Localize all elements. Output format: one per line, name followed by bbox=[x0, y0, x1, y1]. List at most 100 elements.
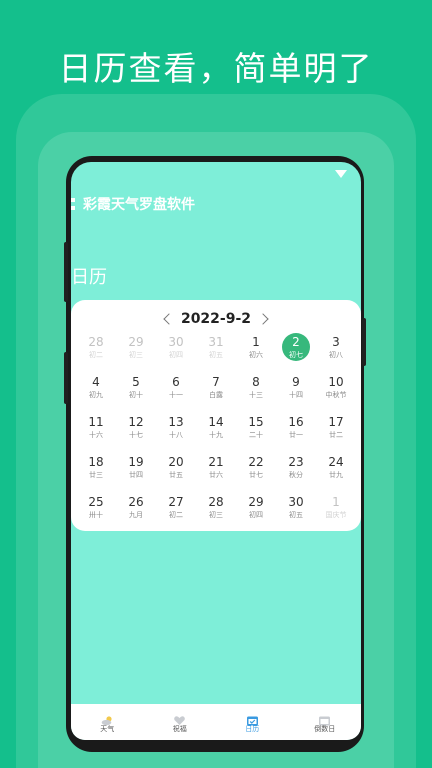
calendar-day[interactable]: 12 十七 bbox=[116, 413, 156, 453]
day-number: 27 bbox=[168, 495, 184, 509]
calendar-day[interactable]: 16 廿一 bbox=[276, 413, 316, 453]
calendar-day[interactable]: 31 初五 bbox=[196, 333, 236, 373]
menu-icon[interactable] bbox=[71, 198, 75, 210]
day-number: 23 bbox=[288, 455, 304, 469]
calendar-day[interactable]: 23 秋分 bbox=[276, 453, 316, 493]
calendar-day[interactable]: 30 初五 bbox=[276, 493, 316, 533]
tab-calendar[interactable]: 日历 bbox=[227, 711, 277, 734]
lunar-date: 初六 bbox=[249, 351, 263, 359]
calendar-day[interactable]: 11 十六 bbox=[76, 413, 116, 453]
day-number: 25 bbox=[88, 495, 104, 509]
section-title: 日历 bbox=[71, 267, 107, 288]
calendar-day[interactable]: 15 二十 bbox=[236, 413, 276, 453]
calendar-day[interactable]: 20 廿五 bbox=[156, 453, 196, 493]
calendar-day[interactable]: 18 廿三 bbox=[76, 453, 116, 493]
lunar-date: 白露 bbox=[209, 391, 223, 399]
lunar-date: 十四 bbox=[289, 391, 303, 399]
calendar-day[interactable]: 22 廿七 bbox=[236, 453, 276, 493]
calendar-day[interactable]: 28 初二 bbox=[76, 333, 116, 373]
day-number: 26 bbox=[128, 495, 144, 509]
lunar-date: 秋分 bbox=[289, 471, 303, 479]
day-number: 1 bbox=[252, 335, 260, 349]
calendar-day[interactable]: 9 十四 bbox=[276, 373, 316, 413]
lunar-date: 初三 bbox=[209, 511, 223, 519]
calendar-day[interactable]: 29 初三 bbox=[116, 333, 156, 373]
day-number: 19 bbox=[128, 455, 144, 469]
app-title-bar: 彩霞天气罗盘软件 bbox=[71, 194, 195, 214]
chevron-left-icon[interactable] bbox=[163, 313, 175, 325]
lunar-date: 初五 bbox=[289, 511, 303, 519]
tab-blessing[interactable]: 祝福 bbox=[155, 711, 205, 734]
bottom-tab-bar: 天气 祝福 日历 倒数日 bbox=[71, 704, 361, 740]
day-number: 30 bbox=[288, 495, 304, 509]
calendar-day[interactable]: 29 初四 bbox=[236, 493, 276, 533]
day-number: 15 bbox=[248, 415, 264, 429]
calendar-day[interactable]: 26 九月 bbox=[116, 493, 156, 533]
headline: 日历查看，简单明了 bbox=[58, 49, 374, 88]
day-number: 29 bbox=[248, 495, 264, 509]
day-number: 24 bbox=[328, 455, 344, 469]
calendar-day[interactable]: 14 十九 bbox=[196, 413, 236, 453]
weather-icon bbox=[101, 711, 114, 725]
calendar-icon bbox=[246, 711, 259, 725]
day-number: 11 bbox=[88, 415, 104, 429]
lunar-date: 中秋节 bbox=[325, 391, 347, 399]
calendar-day[interactable]: 30 初四 bbox=[156, 333, 196, 373]
day-number: 7 bbox=[212, 375, 220, 389]
calendar-day-selected[interactable]: 2 初七 bbox=[276, 333, 316, 373]
day-number: 9 bbox=[292, 375, 300, 389]
lunar-date: 初二 bbox=[89, 351, 103, 359]
calendar-day[interactable]: 6 十一 bbox=[156, 373, 196, 413]
calendar-header: 2022-9-2 bbox=[71, 308, 361, 330]
calendar-day[interactable]: 25 卅十 bbox=[76, 493, 116, 533]
lunar-date: 卅十 bbox=[89, 511, 103, 519]
tab-weather[interactable]: 天气 bbox=[82, 711, 132, 734]
calendar-day[interactable]: 3 初八 bbox=[316, 333, 356, 373]
calendar-day[interactable]: 27 初二 bbox=[156, 493, 196, 533]
day-number: 31 bbox=[208, 335, 224, 349]
lunar-date: 廿二 bbox=[329, 431, 343, 439]
calendar-day[interactable]: 4 初九 bbox=[76, 373, 116, 413]
day-number: 14 bbox=[208, 415, 224, 429]
calendar-day[interactable]: 1 国庆节 bbox=[316, 493, 356, 533]
calendar-day[interactable]: 21 廿六 bbox=[196, 453, 236, 493]
calendar-day[interactable]: 8 十三 bbox=[236, 373, 276, 413]
phone-screen: 彩霞天气罗盘软件 日历 2022-9-2 28 初二 29 初三 30 初四 31 初五 1 初六… bbox=[71, 162, 361, 740]
lunar-date: 廿三 bbox=[89, 471, 103, 479]
calendar-day[interactable]: 17 廿二 bbox=[316, 413, 356, 453]
calendar-day[interactable]: 7 白露 bbox=[196, 373, 236, 413]
day-number: 20 bbox=[168, 455, 184, 469]
lunar-date: 廿一 bbox=[289, 431, 303, 439]
countdown-icon bbox=[318, 711, 331, 725]
lunar-date: 廿九 bbox=[329, 471, 343, 479]
tab-label: 祝福 bbox=[172, 724, 187, 733]
lunar-date: 廿四 bbox=[129, 471, 143, 479]
day-number: 18 bbox=[88, 455, 104, 469]
calendar-day[interactable]: 10 中秋节 bbox=[316, 373, 356, 413]
lunar-date: 廿六 bbox=[209, 471, 223, 479]
blessing-icon bbox=[173, 711, 186, 725]
calendar-day[interactable]: 13 十八 bbox=[156, 413, 196, 453]
calendar-day[interactable]: 24 廿九 bbox=[316, 453, 356, 493]
lunar-date: 初四 bbox=[169, 351, 183, 359]
calendar-day[interactable]: 19 廿四 bbox=[116, 453, 156, 493]
lunar-date: 二十 bbox=[249, 431, 263, 439]
lunar-date: 十三 bbox=[249, 391, 263, 399]
tab-countdown[interactable]: 倒数日 bbox=[300, 711, 350, 734]
lunar-date: 廿七 bbox=[249, 471, 263, 479]
day-number: 16 bbox=[288, 415, 304, 429]
phone-side-button bbox=[64, 352, 68, 404]
day-number: 22 bbox=[248, 455, 264, 469]
lunar-date: 廿五 bbox=[169, 471, 183, 479]
lunar-date: 初七 bbox=[289, 351, 303, 359]
calendar-title: 2022-9-2 bbox=[180, 311, 252, 327]
lunar-date: 十六 bbox=[89, 431, 103, 439]
day-number: 30 bbox=[168, 335, 184, 349]
calendar-day[interactable]: 28 初三 bbox=[196, 493, 236, 533]
calendar-day[interactable]: 5 初十 bbox=[116, 373, 156, 413]
calendar-day[interactable]: 1 初六 bbox=[236, 333, 276, 373]
app-title: 彩霞天气罗盘软件 bbox=[83, 197, 195, 213]
lunar-date: 十九 bbox=[209, 431, 223, 439]
day-number: 2 bbox=[292, 335, 300, 349]
chevron-right-icon[interactable] bbox=[257, 313, 269, 325]
